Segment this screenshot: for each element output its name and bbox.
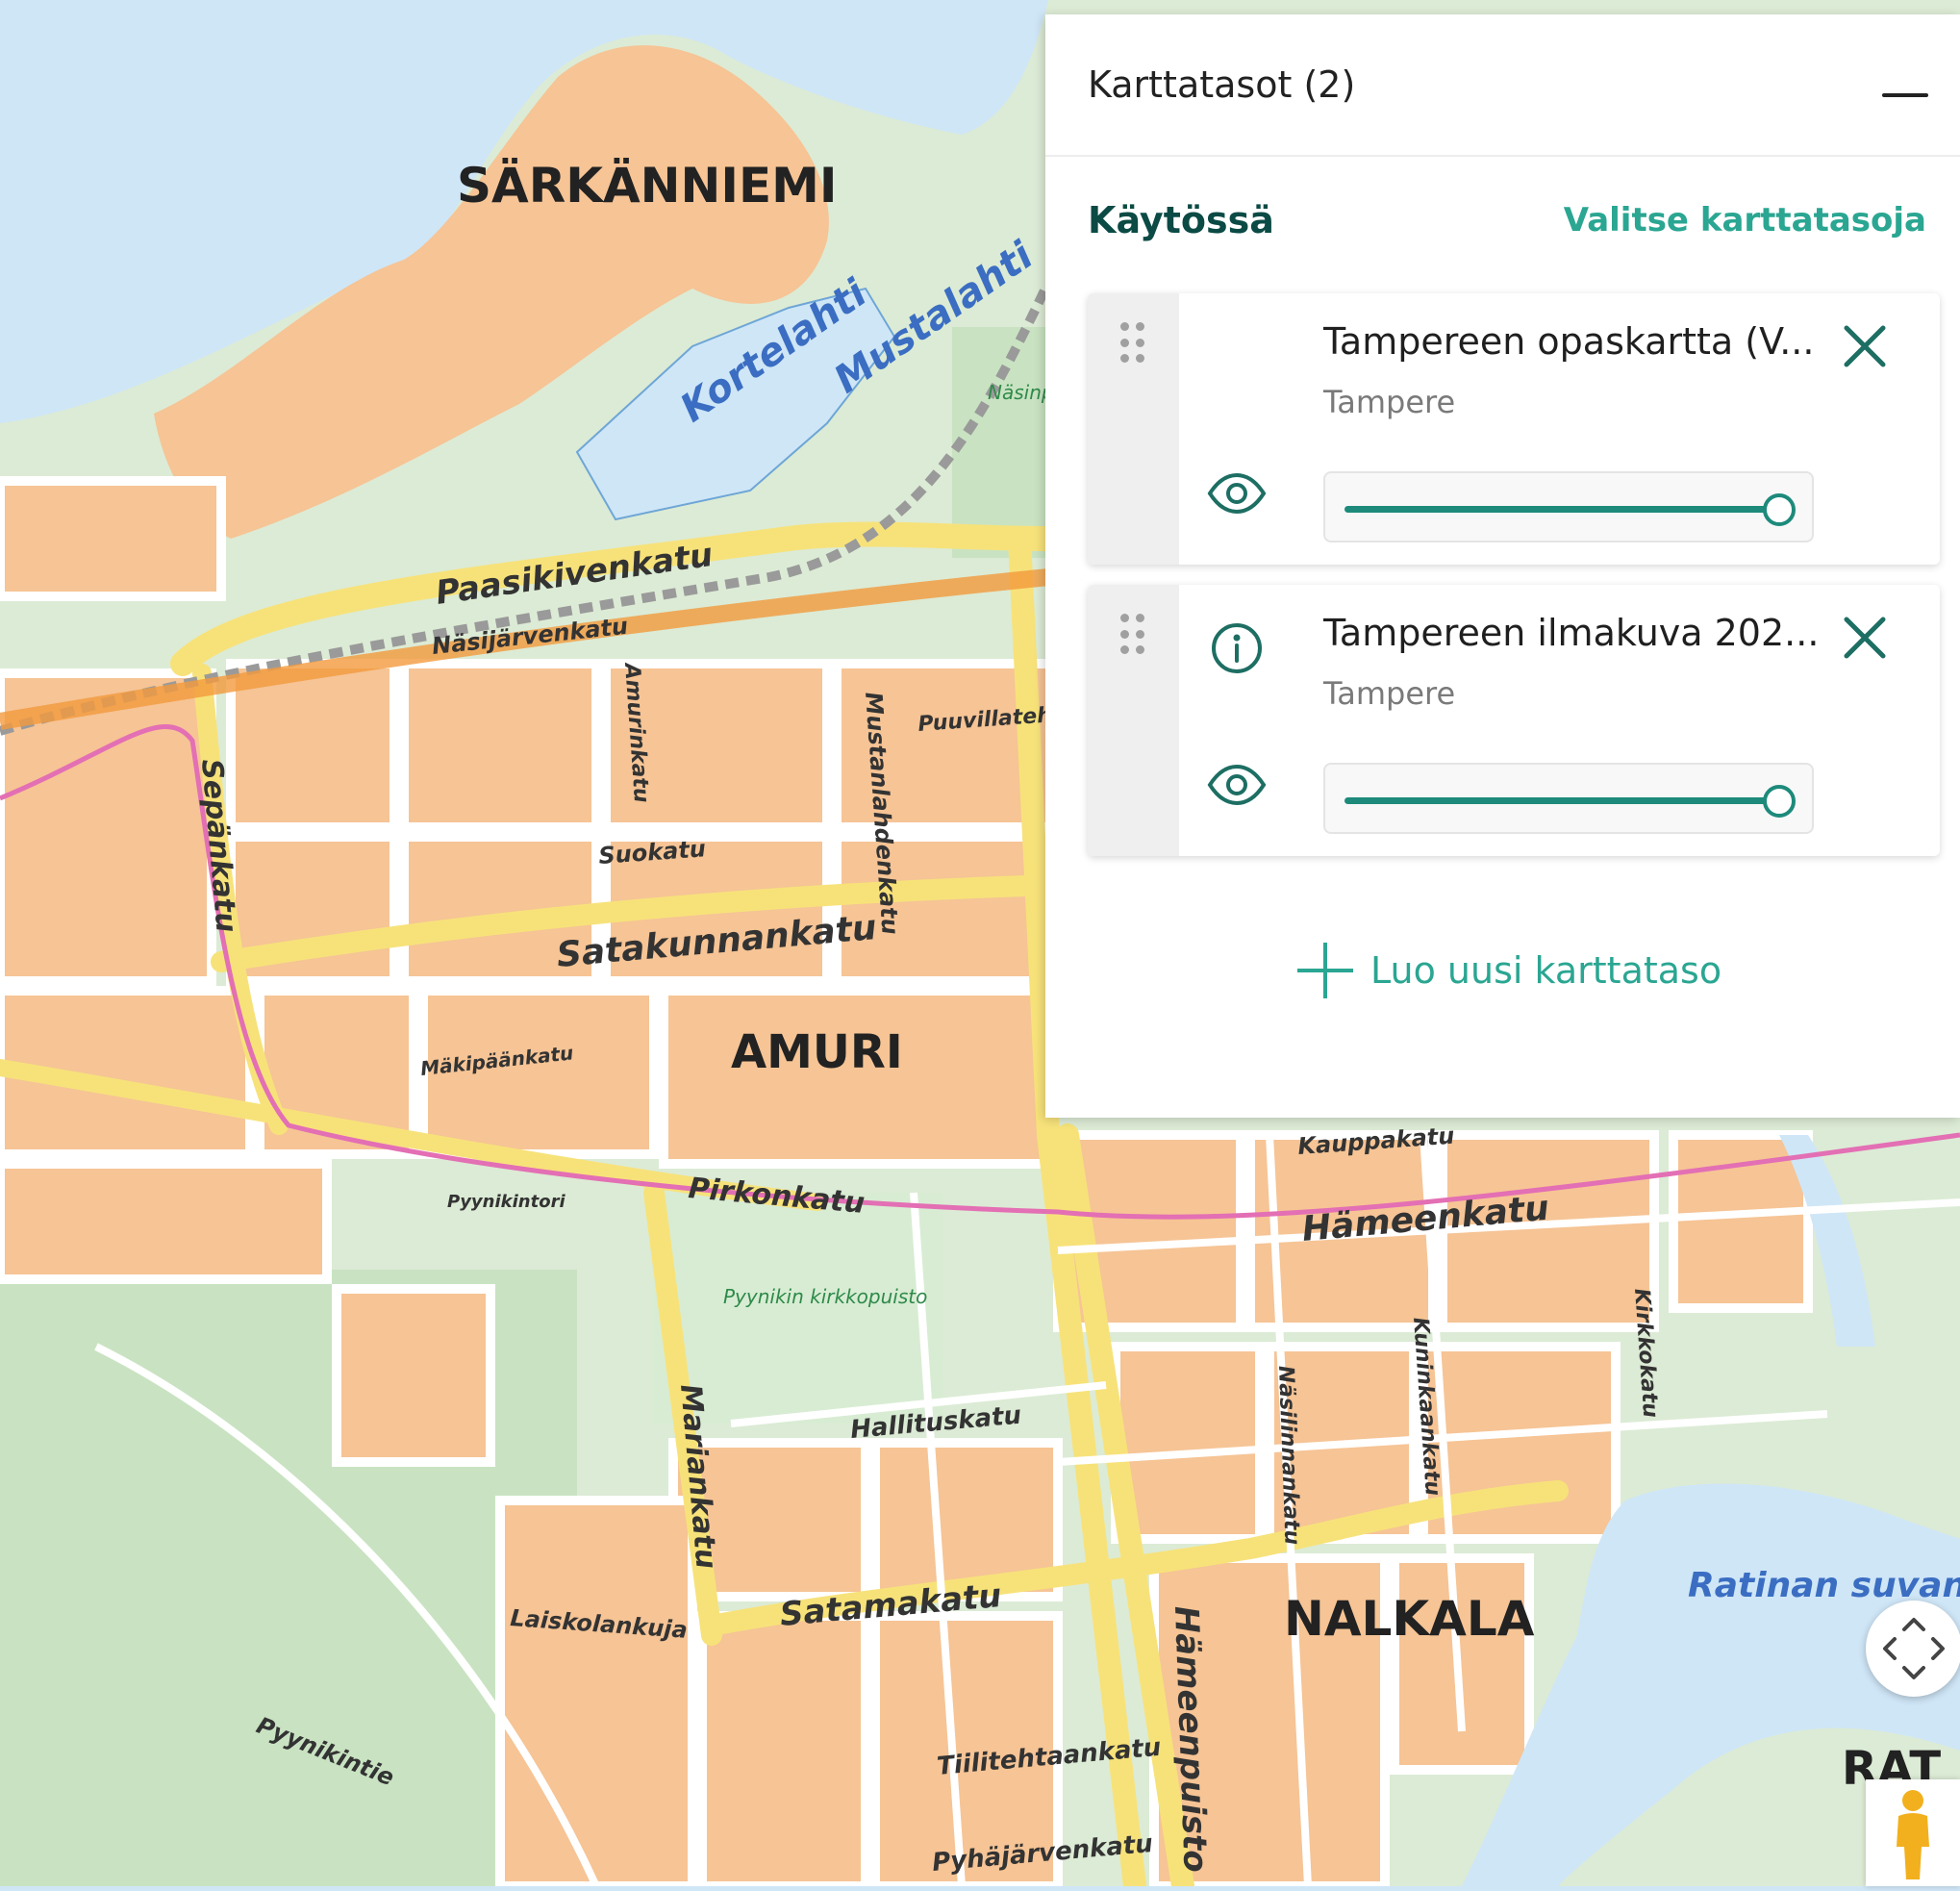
close-icon[interactable] (1833, 315, 1897, 378)
eye-icon[interactable] (1207, 764, 1267, 806)
map-layers-panel: Karttatasot (2) Käytössä Valitse karttat… (1045, 14, 1960, 1118)
street-label: Pyynikintori (447, 1192, 565, 1212)
eye-icon[interactable] (1207, 472, 1267, 515)
opacity-slider[interactable] (1323, 763, 1814, 834)
create-layer-label: Luo uusi karttataso (1370, 949, 1722, 992)
district-label: AMURI (731, 1025, 903, 1079)
close-icon[interactable] (1833, 606, 1897, 669)
slider-thumb[interactable] (1763, 785, 1796, 818)
layer-name: Tampereen ilmakuva 202... (1323, 612, 1820, 654)
water-label: Ratinan suvanto (1688, 1566, 1960, 1605)
fullscreen-icon[interactable] (1866, 1601, 1960, 1697)
layer-card-ilmakuva: Tampereen ilmakuva 202... Tampere (1088, 585, 1940, 856)
create-layer-button[interactable]: Luo uusi karttataso (1297, 943, 1721, 998)
section-title: Käytössä (1088, 199, 1274, 241)
district-label: SÄRKÄNNIEMI (457, 158, 837, 214)
drag-handle-icon[interactable] (1088, 293, 1179, 565)
opacity-slider[interactable] (1323, 471, 1814, 542)
info-icon[interactable] (1210, 621, 1264, 675)
layer-name: Tampereen opaskartta (V... (1323, 320, 1815, 363)
panel-title: Karttatasot (2) (1088, 63, 1356, 106)
plus-icon (1297, 943, 1353, 998)
drag-handle-icon[interactable] (1088, 585, 1179, 856)
layer-source: Tampere (1323, 675, 1456, 712)
slider-thumb[interactable] (1763, 493, 1796, 526)
district-label: NALKALA (1284, 1591, 1535, 1647)
layer-card-opaskartta: Tampereen opaskartta (V... Tampere (1088, 293, 1940, 565)
active-layers-header: Käytössä Valitse karttatasoja (1088, 199, 1926, 241)
slider-track (1344, 797, 1777, 804)
minimize-icon[interactable] (1872, 66, 1942, 124)
panel-header: Karttatasot (2) (1045, 14, 1960, 157)
park-label: Pyynikin kirkkopuisto (723, 1285, 927, 1308)
layer-source: Tampere (1323, 384, 1456, 420)
slider-track (1344, 506, 1777, 513)
select-layers-link[interactable]: Valitse karttatasoja (1564, 201, 1926, 240)
street-view-icon[interactable] (1866, 1779, 1960, 1886)
